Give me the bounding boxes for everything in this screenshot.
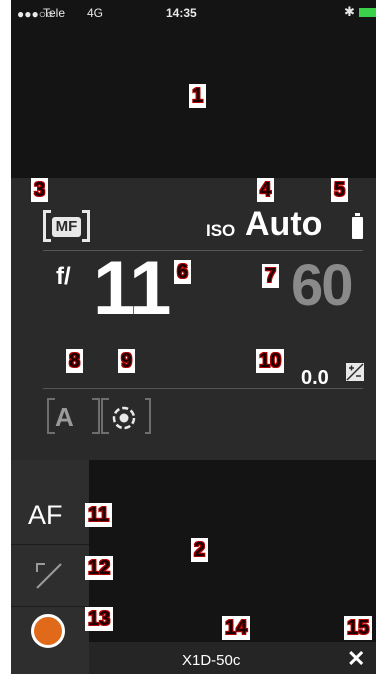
aperture-value[interactable]: 11	[93, 245, 171, 332]
divider-bottom	[43, 388, 363, 389]
status-bar: ●●●○○ Tele 4G 14:35 ✱	[11, 0, 376, 26]
bracket-left	[43, 210, 51, 242]
badge-5: 5	[331, 178, 349, 202]
badge-7: 7	[262, 264, 280, 288]
network-type: 4G	[87, 6, 104, 20]
af-label: AF	[28, 500, 63, 530]
carrier-name: Tele	[43, 6, 66, 20]
battery-icon	[359, 8, 376, 17]
badge-6: 6	[174, 260, 192, 284]
sidebar: AF	[11, 460, 89, 674]
focus-mode-button[interactable]: MF	[43, 210, 90, 244]
line-diagonal-icon	[36, 563, 62, 589]
focus-mode-label: MF	[52, 217, 81, 237]
exposure-comp-value[interactable]: 0.0	[301, 367, 329, 390]
badge-3: 3	[31, 178, 49, 202]
badge-10: 10	[256, 349, 285, 373]
af-button[interactable]: AF	[11, 484, 89, 545]
exposure-mode-button[interactable]: A	[55, 402, 74, 433]
badge-15: 15	[344, 616, 373, 640]
badge-2: 2	[191, 538, 209, 562]
spot-metering-icon[interactable]	[108, 402, 140, 434]
live-view-bottom[interactable]	[89, 460, 376, 642]
device-name: X1D-50c	[182, 652, 241, 669]
badge-9: 9	[118, 349, 136, 373]
camera-battery-icon	[352, 213, 363, 239]
badge-14: 14	[222, 616, 251, 640]
record-button[interactable]	[11, 608, 89, 669]
curve-button[interactable]	[11, 546, 89, 607]
badge-1: 1	[189, 84, 207, 108]
bluetooth-icon: ✱	[344, 4, 355, 19]
badge-8: 8	[66, 349, 84, 373]
aperture-prefix: f/	[56, 263, 71, 290]
shutter-speed-value[interactable]: 60	[291, 252, 353, 319]
record-icon	[31, 614, 65, 648]
bottom-bar: X1D-50c ✕	[89, 642, 376, 674]
badge-11: 11	[85, 503, 113, 527]
close-button[interactable]: ✕	[347, 646, 365, 672]
ev-compensation-icon	[346, 363, 364, 381]
badge-4: 4	[257, 178, 275, 202]
camera-remote-screen: ●●●○○ Tele 4G 14:35 ✱ 1 3 4 5 MF ISO Aut…	[11, 0, 376, 674]
badge-12: 12	[85, 556, 114, 580]
divider-top	[43, 250, 363, 251]
status-time: 14:35	[166, 6, 197, 20]
iso-value[interactable]: Auto	[245, 205, 322, 244]
iso-label: ISO	[206, 221, 236, 240]
bracket-right	[82, 210, 90, 242]
badge-13: 13	[85, 607, 114, 631]
